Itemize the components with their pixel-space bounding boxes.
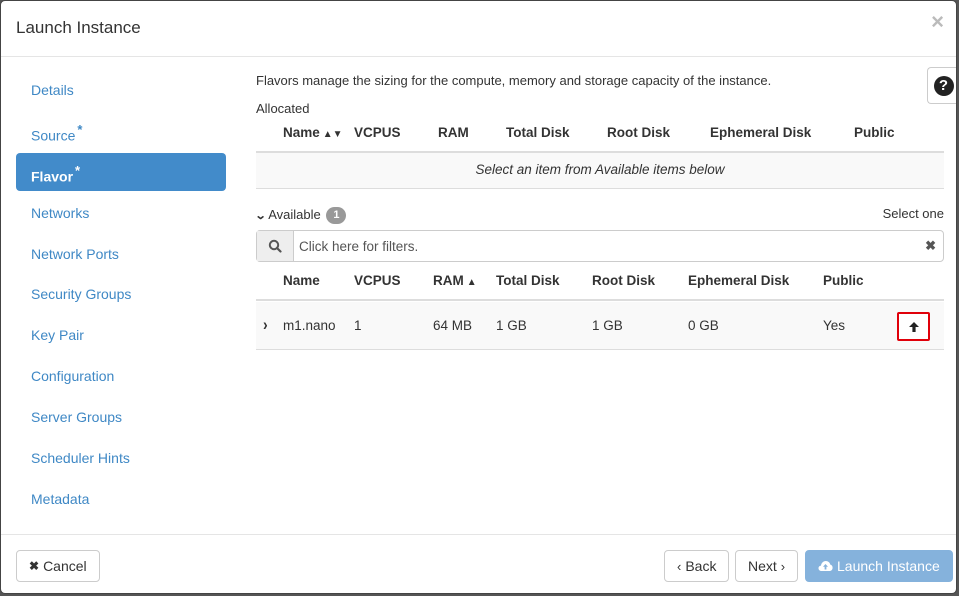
select-one-hint: Select one <box>882 206 944 221</box>
cell-ram: 64 MB <box>433 318 473 333</box>
arrow-up-icon <box>908 321 919 332</box>
cell-name: m1.nano <box>283 318 336 333</box>
col-vcpus: VCPUS <box>354 125 401 140</box>
back-button[interactable]: ‹ Back <box>664 550 730 582</box>
available-header: ⌄ Available 1 Select one <box>254 205 944 225</box>
col-root-disk: Root Disk <box>607 125 671 140</box>
next-label: Next <box>748 558 777 574</box>
allocated-label: Allocated <box>256 101 310 116</box>
close-icon[interactable]: × <box>931 11 944 33</box>
modal-header: Launch Instance × <box>1 1 956 57</box>
available-label: Available <box>268 207 321 222</box>
nav-label: Server Groups <box>31 409 123 426</box>
cell-root-disk: 1 GB <box>592 318 623 333</box>
next-button[interactable]: Next › <box>735 550 799 582</box>
col-public[interactable]: Public <box>823 273 864 288</box>
cell-ephemeral-disk: 0 GB <box>688 318 719 333</box>
col-label: Name <box>283 125 320 140</box>
nav-label: Flavor <box>31 168 74 185</box>
sidebar-item-source[interactable]: Source * <box>16 112 226 150</box>
col-public: Public <box>854 125 895 140</box>
nav-label: Source <box>31 127 76 144</box>
sidebar-item-server-groups[interactable]: Server Groups <box>16 398 226 436</box>
available-count-badge: 1 <box>326 207 347 225</box>
cancel-button[interactable]: ✖ Cancel <box>16 550 100 582</box>
col-ephemeral-disk[interactable]: Ephemeral Disk <box>688 273 789 288</box>
sidebar-item-details[interactable]: Details <box>16 71 226 109</box>
col-vcpus[interactable]: VCPUS <box>354 273 401 288</box>
sidebar-item-networks[interactable]: Networks <box>16 194 226 232</box>
col-total-disk: Total Disk <box>506 125 570 140</box>
chevron-right-icon[interactable]: › <box>263 314 268 333</box>
launch-label: Launch Instance <box>837 558 940 574</box>
available-table-header: Name VCPUS RAM ▲ Total Disk Root Disk Eph… <box>256 264 944 301</box>
sidebar-item-flavor[interactable]: Flavor * <box>16 152 226 191</box>
nav-label: Metadata <box>31 490 90 507</box>
chevron-down-icon: ⌄ <box>254 210 267 222</box>
launch-instance-modal: Launch Instance × Details Source * Flavor… <box>0 0 957 594</box>
cell-public: Yes <box>823 318 846 333</box>
nav-label: Configuration <box>31 368 115 385</box>
help-button[interactable]: ? <box>927 67 956 104</box>
modal-footer: ✖ Cancel ‹ Back Next › Launch Instance <box>1 534 956 593</box>
cancel-label: Cancel <box>43 558 87 574</box>
filter-input[interactable] <box>299 231 899 261</box>
search-icon <box>257 231 294 261</box>
filter-bar: ✖ <box>256 230 944 262</box>
allocated-empty-message: Select an item from Available items belo… <box>256 153 944 189</box>
allocate-button[interactable] <box>897 312 930 341</box>
cloud-upload-icon <box>818 561 833 571</box>
col-root-disk[interactable]: Root Disk <box>592 273 655 288</box>
table-row: › m1.nano 1 64 MB 1 GB 1 GB 0 GB Yes <box>256 302 944 350</box>
back-label: Back <box>685 558 717 574</box>
sort-both-icon: ▲▼ <box>322 129 343 140</box>
sidebar-item-network-ports[interactable]: Network Ports <box>16 235 226 273</box>
chevron-left-icon: ‹ <box>677 558 682 574</box>
close-icon: ✖ <box>29 559 40 573</box>
nav-label: Key Pair <box>31 327 84 344</box>
sidebar-item-metadata[interactable]: Metadata <box>16 480 226 518</box>
required-marker: * <box>75 162 81 178</box>
col-label: RAM <box>433 273 464 288</box>
col-name[interactable]: Name <box>283 273 320 288</box>
sort-asc-icon: ▲ <box>466 277 477 288</box>
required-marker: * <box>77 121 83 137</box>
allocated-table-header: Name ▲▼ VCPUS RAM Total Disk Root Disk Ep… <box>256 116 944 153</box>
available-toggle[interactable]: ⌄ Available 1 <box>254 207 347 225</box>
cell-total-disk: 1 GB <box>496 318 527 333</box>
sidebar-item-scheduler-hints[interactable]: Scheduler Hints <box>16 439 226 477</box>
nav-label: Networks <box>31 204 90 221</box>
nav-label: Network Ports <box>31 245 119 262</box>
launch-instance-button[interactable]: Launch Instance <box>805 550 953 582</box>
step-description: Flavors manage the sizing for the comput… <box>256 73 772 88</box>
sidebar-item-security-groups[interactable]: Security Groups <box>16 275 226 313</box>
nav-label: Details <box>31 82 74 98</box>
col-ram[interactable]: RAM ▲ <box>433 273 477 288</box>
clear-filter-icon[interactable]: ✖ <box>925 238 936 254</box>
wizard-nav: Details Source * Flavor * Networks Network… <box>16 71 226 521</box>
question-circle-icon: ? <box>933 75 954 96</box>
col-name[interactable]: Name ▲▼ <box>283 125 343 140</box>
col-total-disk[interactable]: Total Disk <box>496 273 560 288</box>
cell-vcpus: 1 <box>354 318 362 333</box>
sidebar-item-key-pair[interactable]: Key Pair <box>16 316 226 354</box>
col-ephemeral-disk: Ephemeral Disk <box>710 125 812 140</box>
nav-label: Scheduler Hints <box>31 450 130 467</box>
col-ram: RAM <box>438 125 469 140</box>
modal-title: Launch Instance <box>16 18 141 37</box>
sidebar-item-configuration[interactable]: Configuration <box>16 357 226 395</box>
nav-label: Security Groups <box>31 286 132 303</box>
chevron-right-icon: › <box>780 558 786 574</box>
